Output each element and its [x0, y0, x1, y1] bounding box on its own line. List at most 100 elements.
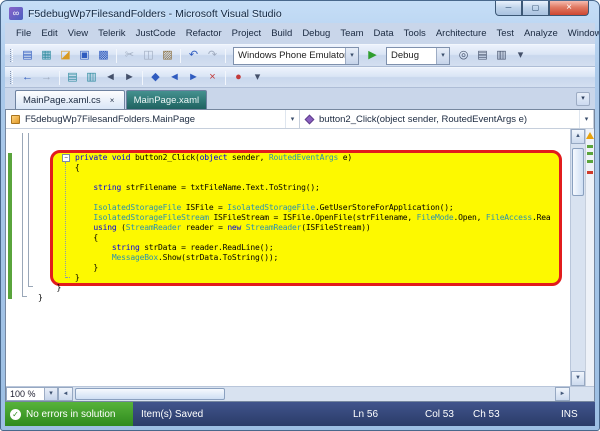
start-debug-icon[interactable]: ▶ — [364, 47, 381, 64]
menu-project[interactable]: Project — [227, 26, 267, 41]
undo-icon[interactable]: ↶ — [185, 47, 202, 64]
char-indicator: Ch 53 — [473, 408, 500, 420]
change-mark[interactable] — [587, 145, 593, 148]
toggle-breakpoint-icon[interactable]: ● — [230, 69, 247, 86]
increase-indent-icon[interactable]: ► — [121, 69, 138, 86]
menu-file[interactable]: File — [11, 26, 36, 41]
menu-data[interactable]: Data — [369, 26, 399, 41]
tab-mainpage-xaml[interactable]: MainPage.xaml — [125, 90, 208, 109]
menu-test[interactable]: Test — [492, 26, 519, 41]
horizontal-scroll-track[interactable] — [73, 387, 555, 401]
navigate-backward-icon[interactable]: ← — [19, 69, 36, 86]
change-mark[interactable] — [587, 160, 593, 163]
previous-bookmark-icon[interactable]: ◄ — [166, 69, 183, 86]
editor-gutter — [6, 129, 34, 386]
code-lines: private void button2_Click(object sender… — [38, 153, 551, 302]
properties-window-icon[interactable]: ▥ — [493, 47, 510, 64]
menu-justcode[interactable]: JustCode — [131, 26, 181, 41]
chevron-down-icon[interactable]: ▾ — [345, 47, 358, 64]
clear-bookmarks-icon[interactable]: × — [204, 69, 221, 86]
vertical-scroll-thumb[interactable] — [572, 148, 584, 196]
solution-explorer-icon[interactable]: ▤ — [474, 47, 491, 64]
redo-icon[interactable]: ↷ — [204, 47, 221, 64]
toolbar-drag-grip[interactable] — [10, 49, 13, 62]
scrollbar-corner — [570, 387, 594, 401]
next-bookmark-icon[interactable]: ► — [185, 69, 202, 86]
vs-window: ∞ F5debugWp7FilesandFolders - Microsoft … — [0, 0, 600, 431]
marker-bar — [585, 129, 594, 386]
tab-mainpage-xaml-cs[interactable]: MainPage.xaml.cs × — [15, 90, 125, 109]
collapse-minus-icon[interactable]: − — [62, 154, 70, 162]
menubar: File Edit View Telerik JustCode Refactor Proje… — [5, 23, 599, 44]
copy-icon[interactable]: ◫ — [140, 47, 157, 64]
class-icon — [11, 114, 20, 124]
vs-logo-icon: ∞ — [9, 7, 23, 20]
toolbar-drag-grip[interactable] — [10, 71, 13, 84]
scroll-up-icon[interactable]: ▲ — [571, 129, 585, 144]
warning-icon[interactable] — [586, 132, 594, 139]
toolbar-separator — [142, 70, 143, 85]
menu-view[interactable]: View — [63, 26, 93, 41]
menu-team[interactable]: Team — [335, 26, 368, 41]
close-tab-icon[interactable]: × — [108, 96, 117, 105]
minimize-button[interactable]: ─ — [495, 1, 522, 16]
toggle-bookmark-icon[interactable]: ◆ — [147, 69, 164, 86]
toolbar-options-icon[interactable]: ▾ — [512, 47, 529, 64]
members-dropdown[interactable]: button2_Click(object sender, RoutedEvent… — [300, 110, 594, 128]
scroll-left-icon[interactable]: ◄ — [58, 387, 73, 401]
menu-tools[interactable]: Tools — [399, 26, 431, 41]
restore-button[interactable]: ▢ — [522, 1, 549, 16]
tab-label: MainPage.xaml.cs — [23, 94, 101, 106]
vertical-scrollbar[interactable]: ▲ ▼ — [570, 129, 585, 386]
scroll-right-icon[interactable]: ► — [555, 387, 570, 401]
restore-icon: ▢ — [531, 3, 540, 12]
file-tool-group: ▤ ▦ ◪ ▣ ▩ — [18, 47, 113, 64]
chevron-down-icon[interactable]: ▾ — [436, 47, 449, 64]
decrease-indent-icon[interactable]: ◄ — [102, 69, 119, 86]
types-dropdown[interactable]: F5debugWp7FilesandFolders.MainPage ▾ — [6, 110, 300, 128]
menu-analyze[interactable]: Analyze — [519, 26, 563, 41]
error-mark[interactable] — [587, 171, 593, 174]
close-button[interactable]: × — [549, 1, 589, 16]
editor-shell: F5debugWp7FilesandFolders.MainPage ▾ but… — [5, 109, 595, 402]
navigate-forward-icon[interactable]: → — [38, 69, 55, 86]
chevron-down-icon[interactable]: ▾ — [579, 110, 593, 128]
minimize-icon: ─ — [505, 3, 512, 12]
toolbar-standard: ▤ ▦ ◪ ▣ ▩ ✂ ◫ ▨ ↶ ↷ Windows Phone Emulator ▾ ▶ … — [5, 44, 595, 67]
horizontal-scroll-thumb[interactable] — [75, 388, 225, 400]
chevron-down-icon[interactable]: ▾ — [285, 110, 299, 128]
new-project-icon[interactable]: ▤ — [19, 47, 36, 64]
menu-telerik[interactable]: Telerik — [93, 26, 130, 41]
toolbar-options-icon[interactable]: ▾ — [249, 69, 266, 86]
add-new-item-icon[interactable]: ▦ — [38, 47, 55, 64]
solution-config-combo[interactable]: Debug ▾ — [386, 46, 450, 65]
zoom-combo[interactable]: 100 % ▾ — [6, 387, 58, 401]
paste-icon[interactable]: ▨ — [159, 47, 176, 64]
code-editor[interactable]: − private void button2_Click(object send… — [34, 129, 570, 386]
vertical-scroll-track[interactable] — [571, 144, 585, 371]
change-mark[interactable] — [587, 152, 593, 155]
scroll-down-icon[interactable]: ▼ — [571, 371, 585, 386]
menu-debug[interactable]: Debug — [297, 26, 335, 41]
cut-icon[interactable]: ✂ — [121, 47, 138, 64]
uncomment-selection-icon[interactable]: ▥ — [83, 69, 100, 86]
save-all-icon[interactable]: ▩ — [95, 47, 112, 64]
zoom-value: 100 % — [10, 389, 36, 399]
editor-navigation-bar: F5debugWp7FilesandFolders.MainPage ▾ but… — [6, 110, 594, 129]
chevron-down-icon[interactable]: ▾ — [44, 388, 57, 400]
insert-mode-indicator: INS — [561, 408, 578, 420]
find-in-files-icon[interactable]: ◎ — [455, 47, 472, 64]
tab-label: MainPage.xaml — [133, 94, 200, 106]
build-status[interactable]: ✓ No errors in solution — [5, 402, 133, 426]
save-icon[interactable]: ▣ — [76, 47, 93, 64]
menu-refactor[interactable]: Refactor — [181, 26, 227, 41]
open-file-icon[interactable]: ◪ — [57, 47, 74, 64]
deployment-target-combo[interactable]: Windows Phone Emulator ▾ — [233, 46, 359, 65]
tab-list-chevron-icon[interactable]: ▾ — [576, 92, 590, 106]
comment-selection-icon[interactable]: ▤ — [64, 69, 81, 86]
menu-edit[interactable]: Edit — [36, 26, 62, 41]
menu-build[interactable]: Build — [266, 26, 297, 41]
menu-architecture[interactable]: Architecture — [431, 26, 492, 41]
document-tabstrip: MainPage.xaml.cs × MainPage.xaml ▾ — [5, 88, 595, 109]
menu-window[interactable]: Window — [563, 26, 599, 41]
